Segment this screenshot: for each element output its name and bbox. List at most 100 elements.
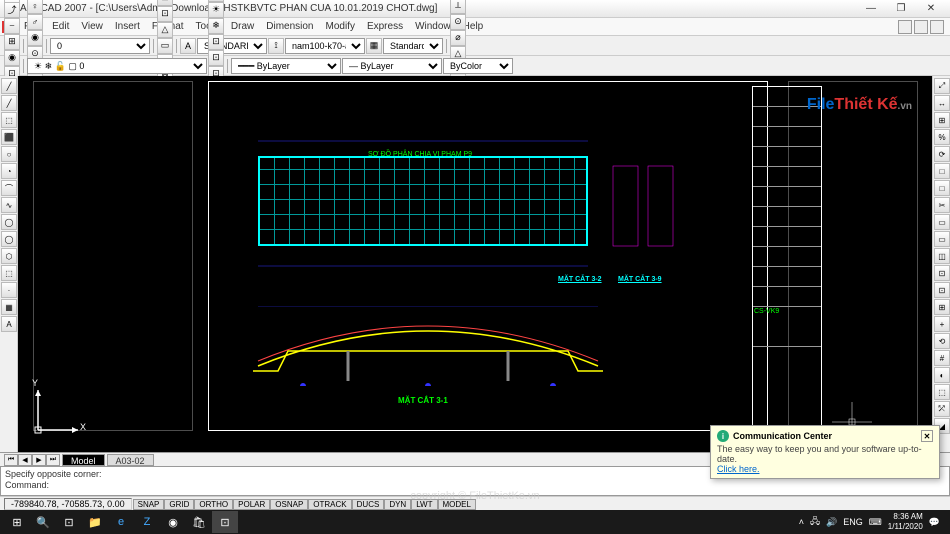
modify-tool-12[interactable]: ⊡: [934, 282, 950, 298]
coords-readout[interactable]: -789840.78, -70585.73, 0.00: [4, 498, 132, 510]
drawing-canvas[interactable]: SƠ ĐỒ PHÂN CHIA VI PHẠM P9 MẶT CẮT 3-2 M…: [18, 76, 932, 452]
modify-tool-11[interactable]: ⊡: [934, 265, 950, 281]
status-snap[interactable]: SNAP: [133, 499, 165, 510]
modify-tool-7[interactable]: ✂: [934, 197, 950, 213]
std2-btn-3[interactable]: ◉: [4, 50, 20, 66]
tray-keyboard-icon[interactable]: ⌨: [869, 517, 882, 528]
dim-btn-6[interactable]: ⟂: [450, 0, 466, 14]
draw-tool-11[interactable]: ⬚: [1, 265, 17, 281]
maximize-button[interactable]: ❐: [886, 1, 916, 17]
popup-close-button[interactable]: ✕: [921, 430, 933, 442]
search-button[interactable]: 🔍: [30, 511, 56, 533]
dim-btn-8[interactable]: ⌀: [450, 30, 466, 46]
modify-tool-3[interactable]: %: [934, 129, 950, 145]
draw-tool-4[interactable]: ○: [1, 146, 17, 162]
draw-tool-12[interactable]: ·: [1, 282, 17, 298]
taskbar-app-store[interactable]: 🛍: [186, 511, 212, 533]
draw-tool-2[interactable]: ⬚: [1, 112, 17, 128]
layer-btn-1[interactable]: ☀: [208, 2, 224, 18]
draw-tool-3[interactable]: ⬛: [1, 129, 17, 145]
taskbar-app-explorer[interactable]: 📁: [82, 511, 108, 533]
dim-btn-7[interactable]: ⊙: [450, 14, 466, 30]
menu-express[interactable]: Express: [361, 19, 409, 34]
modify-tool-4[interactable]: ⟳: [934, 146, 950, 162]
mdi-close-button[interactable]: [930, 20, 944, 34]
tray-notifications-icon[interactable]: 💬: [929, 517, 940, 528]
modify-tool-15[interactable]: ⟲: [934, 333, 950, 349]
tab-last-button[interactable]: ⏭: [46, 454, 60, 466]
modify-tool-16[interactable]: #: [934, 350, 950, 366]
modify-tool-10[interactable]: ◫: [934, 248, 950, 264]
taskbar-app-chrome[interactable]: ◉: [160, 511, 186, 533]
menu-edit[interactable]: Edit: [46, 19, 75, 34]
std2-btn-0[interactable]: ⤴: [4, 2, 20, 18]
table-style-icon[interactable]: ▦: [366, 38, 382, 54]
tray-volume-icon[interactable]: 🔊: [826, 517, 837, 528]
status-model[interactable]: MODEL: [438, 499, 476, 510]
layer-btn-2[interactable]: ❄: [208, 18, 224, 34]
tab-next-button[interactable]: ▶: [32, 454, 46, 466]
layer-btn-4[interactable]: ⊡: [208, 50, 224, 66]
status-lwt[interactable]: LWT: [411, 499, 437, 510]
std2-btn-2[interactable]: ⊞: [4, 34, 20, 50]
modify-tool-8[interactable]: ▭: [934, 214, 950, 230]
modify-tool-6[interactable]: □: [934, 180, 950, 196]
menu-modify[interactable]: Modify: [320, 19, 361, 34]
props-btn-6[interactable]: △: [157, 22, 173, 38]
status-osnap[interactable]: OSNAP: [270, 499, 308, 510]
menu-draw[interactable]: Draw: [225, 19, 260, 34]
tab-layout[interactable]: A03-02: [107, 454, 154, 466]
dimstyle-combo[interactable]: nam100-k70-a3: [285, 38, 365, 54]
draw-tool-10[interactable]: ⬡: [1, 248, 17, 264]
scale-combo[interactable]: 0: [50, 38, 150, 54]
props-btn-5[interactable]: ⊡: [157, 6, 173, 22]
draw-tool-0[interactable]: ╱: [1, 78, 17, 94]
tab-prev-button[interactable]: ◀: [18, 454, 32, 466]
popup-link[interactable]: Click here.: [717, 464, 933, 474]
status-ducs[interactable]: DUCS: [352, 499, 385, 510]
layer-combo[interactable]: ☀ ❄ 🔓 ▢ 0: [27, 58, 207, 74]
modify-tool-17[interactable]: ◐: [934, 367, 950, 383]
menu-view[interactable]: View: [75, 19, 109, 34]
taskbar-app-zalo[interactable]: Z: [134, 511, 160, 533]
draw-tool-8[interactable]: ◯: [1, 214, 17, 230]
modify-tool-19[interactable]: ⤱: [934, 401, 950, 417]
mdi-restore-button[interactable]: [914, 20, 928, 34]
view-btn-0[interactable]: ♀: [27, 0, 43, 14]
dim-style-icon[interactable]: ⟟: [268, 38, 284, 54]
tab-first-button[interactable]: ⏮: [4, 454, 18, 466]
taskbar-app-autocad[interactable]: ⊡: [212, 511, 238, 533]
tray-network-icon[interactable]: 🖧: [810, 514, 820, 530]
tray-chevron-icon[interactable]: ˄: [799, 517, 804, 527]
linetype-combo[interactable]: ━━━ ByLayer: [231, 58, 341, 74]
tray-lang[interactable]: ENG: [843, 517, 863, 527]
lineweight-combo[interactable]: — ByLayer: [342, 58, 442, 74]
status-ortho[interactable]: ORTHO: [194, 499, 233, 510]
view-btn-1[interactable]: ♂: [27, 14, 43, 30]
mdi-minimize-button[interactable]: [898, 20, 912, 34]
layer-btn-3[interactable]: ⊡: [208, 34, 224, 50]
modify-tool-13[interactable]: ⊞: [934, 299, 950, 315]
modify-tool-9[interactable]: ▭: [934, 231, 950, 247]
modify-tool-0[interactable]: ⤢: [934, 78, 950, 94]
status-grid[interactable]: GRID: [164, 499, 194, 510]
text-style-icon[interactable]: A: [180, 38, 196, 54]
draw-tool-5[interactable]: ◔: [1, 163, 17, 179]
draw-tool-13[interactable]: ▦: [1, 299, 17, 315]
view-btn-2[interactable]: ◉: [27, 30, 43, 46]
tablestyle-combo[interactable]: Standard: [383, 38, 443, 54]
draw-tool-14[interactable]: A: [1, 316, 17, 332]
tab-model[interactable]: Model: [62, 454, 105, 466]
taskbar-app-edge[interactable]: e: [108, 511, 134, 533]
start-button[interactable]: ⊞: [4, 511, 30, 533]
draw-tool-7[interactable]: ∿: [1, 197, 17, 213]
props-btn-7[interactable]: ▭: [157, 38, 173, 54]
task-view-button[interactable]: ⊡: [56, 511, 82, 533]
status-dyn[interactable]: DYN: [384, 499, 411, 510]
modify-tool-18[interactable]: ⬚: [934, 384, 950, 400]
tray-clock[interactable]: 8:36 AM1/11/2020: [888, 512, 923, 532]
draw-tool-6[interactable]: ⌒: [1, 180, 17, 196]
menu-dimension[interactable]: Dimension: [260, 19, 319, 34]
modify-tool-1[interactable]: ↔: [934, 95, 950, 111]
close-button[interactable]: ✕: [916, 1, 946, 17]
